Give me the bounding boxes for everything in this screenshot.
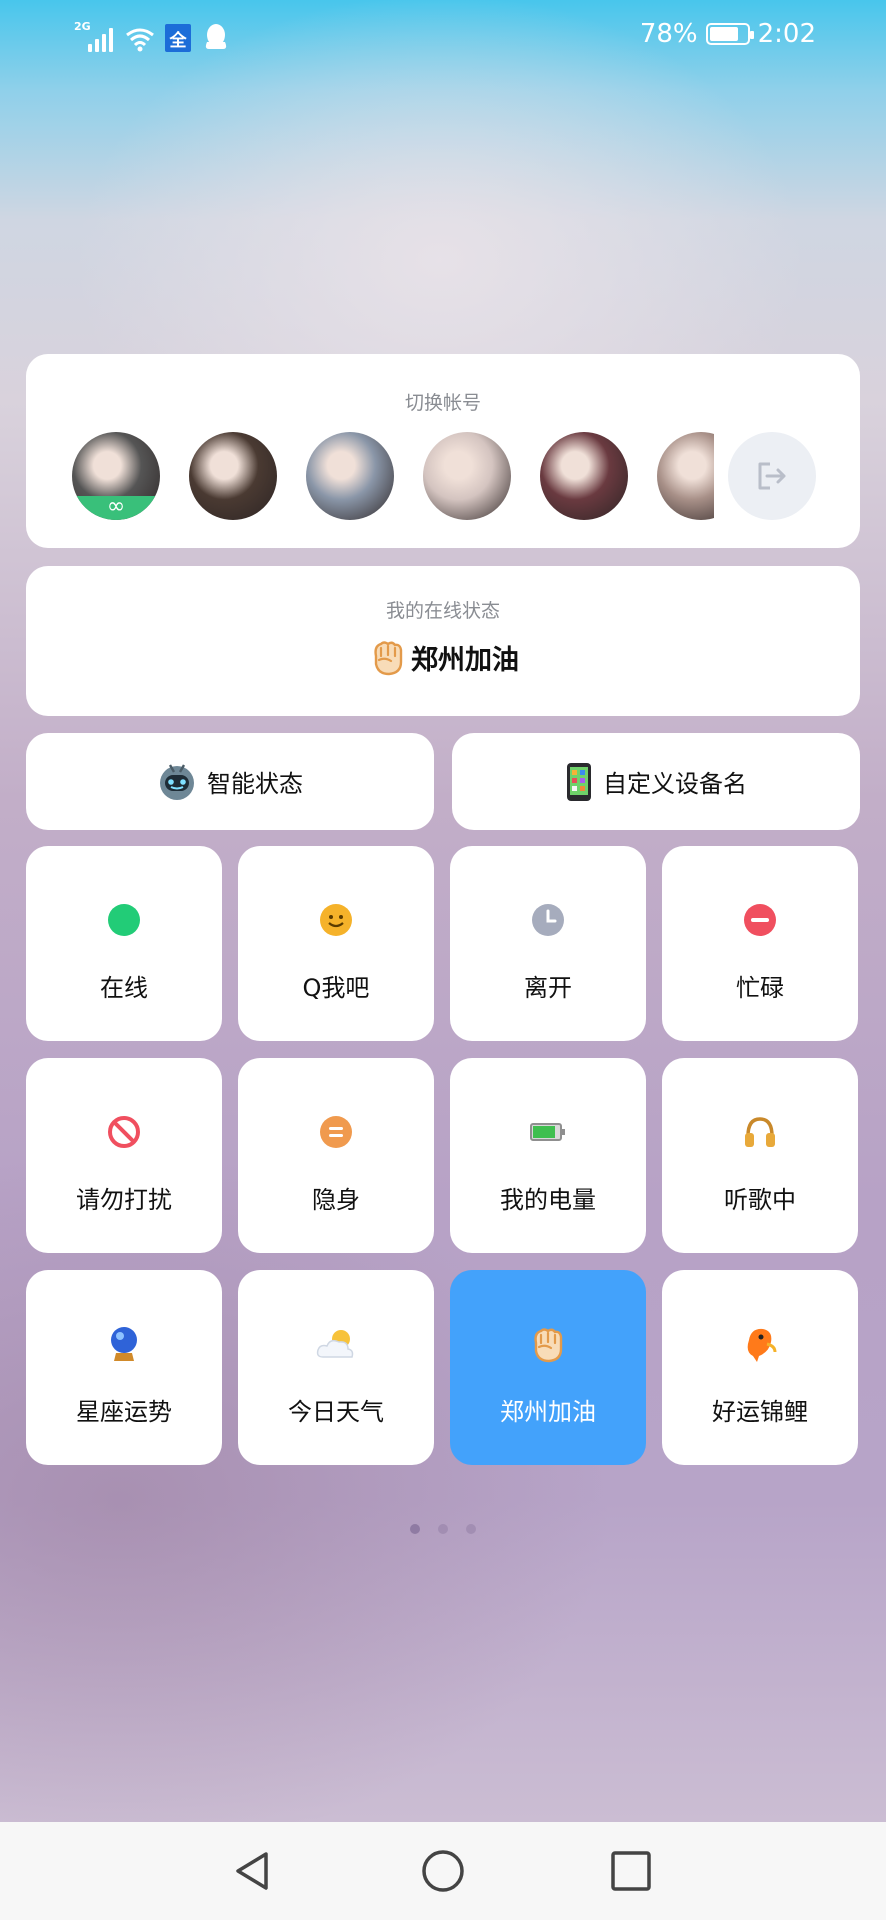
- status-tile-label: 离开: [524, 974, 572, 1002]
- status-tile-label: 好运锦鲤: [712, 1398, 808, 1426]
- status-tile-label: 在线: [100, 974, 148, 1002]
- logout-icon: [758, 462, 786, 490]
- status-tile-label: 听歌中: [724, 1186, 796, 1214]
- back-icon[interactable]: [228, 1846, 278, 1896]
- status-tile[interactable]: 忙碌: [662, 846, 858, 1041]
- account-avatar[interactable]: [540, 432, 628, 520]
- status-tile[interactable]: 隐身: [238, 1058, 434, 1253]
- equals-circle-icon: [238, 1114, 434, 1150]
- status-tile[interactable]: 好运锦鲤: [662, 1270, 858, 1465]
- green-dot-icon: [26, 902, 222, 938]
- status-tile[interactable]: 郑州加油: [450, 1270, 646, 1465]
- switch-account-title: 切换帐号: [404, 392, 481, 414]
- signal-icon: [88, 26, 113, 52]
- no-entry-icon: [26, 1114, 222, 1150]
- wifi-icon: [126, 28, 154, 52]
- battery-level-fill: [709, 27, 738, 41]
- account-avatar[interactable]: [423, 432, 511, 520]
- status-tile-label: 今日天气: [288, 1398, 384, 1426]
- status-tile[interactable]: 听歌中: [662, 1058, 858, 1253]
- weather-icon: [238, 1326, 434, 1362]
- online-status-title: 我的在线状态: [385, 600, 500, 622]
- koi-fish-icon: [662, 1326, 858, 1362]
- clock-icon: [450, 902, 646, 938]
- clock-time: 2:02: [757, 19, 816, 49]
- status-tile[interactable]: 离开: [450, 846, 646, 1041]
- custom-device-name-label: 自定义设备名: [603, 770, 747, 798]
- status-bar: 2G 全 78% 2:02: [0, 0, 886, 70]
- custom-device-name-button[interactable]: 自定义设备名: [452, 733, 860, 830]
- infinity-badge-icon: ∞: [72, 496, 160, 520]
- status-tile-label: 请勿打扰: [76, 1186, 172, 1214]
- account-avatar[interactable]: [657, 432, 714, 520]
- status-tile[interactable]: 我的电量: [450, 1058, 646, 1253]
- status-tile-label: Q我吧: [302, 974, 370, 1002]
- network-type-label: 2G: [74, 20, 91, 33]
- status-tile-label: 忙碌: [736, 974, 784, 1002]
- battery-icon: [450, 1114, 646, 1150]
- status-tile[interactable]: 今日天气: [238, 1270, 434, 1465]
- status-tile[interactable]: 在线: [26, 846, 222, 1041]
- page-indicator: [0, 1524, 886, 1534]
- current-status-label: 郑州加油: [411, 644, 519, 676]
- status-icons-left: 2G 全: [74, 18, 229, 52]
- headphones-icon: [662, 1114, 858, 1150]
- page-dot: [438, 1524, 448, 1534]
- carrier-badge-icon: 全: [165, 24, 191, 52]
- battery-icon: [705, 23, 754, 45]
- status-tile-label: 星座运势: [76, 1398, 172, 1426]
- switch-account-card: 切换帐号 ∞: [26, 354, 860, 548]
- crystal-ball-icon: [26, 1326, 222, 1362]
- battery-percent: 78%: [639, 19, 698, 49]
- account-avatar[interactable]: ∞: [72, 432, 160, 520]
- smart-status-label: 智能状态: [207, 770, 303, 798]
- fist-icon: [367, 636, 409, 678]
- system-nav-bar: [0, 1822, 886, 1920]
- status-tile[interactable]: 星座运势: [26, 1270, 222, 1465]
- recents-icon[interactable]: [606, 1846, 656, 1896]
- status-tile[interactable]: 请勿打扰: [26, 1058, 222, 1253]
- home-icon[interactable]: [418, 1846, 468, 1896]
- phone-icon: [565, 762, 593, 802]
- status-tile[interactable]: Q我吧: [238, 846, 434, 1041]
- robot-icon: [157, 762, 197, 802]
- page-dot: [466, 1524, 476, 1534]
- account-avatar[interactable]: [189, 432, 277, 520]
- online-status-card[interactable]: 我的在线状态 郑州加油: [26, 566, 860, 716]
- fist-icon: [450, 1326, 646, 1363]
- account-avatar[interactable]: [306, 432, 394, 520]
- logout-button[interactable]: [728, 432, 816, 520]
- minus-circle-icon: [662, 902, 858, 938]
- page-dot: [410, 1524, 420, 1534]
- current-status: 郑州加油: [26, 636, 860, 678]
- status-icons-right: 78% 2:02: [640, 14, 816, 54]
- status-tile-label: 我的电量: [500, 1186, 596, 1214]
- status-tile-label: 郑州加油: [500, 1398, 596, 1426]
- smart-status-button[interactable]: 智能状态: [26, 733, 434, 830]
- account-avatar-list: ∞: [72, 432, 714, 522]
- smiley-icon: [238, 902, 434, 938]
- qq-penguin-icon: [205, 24, 227, 49]
- status-tile-label: 隐身: [312, 1186, 360, 1214]
